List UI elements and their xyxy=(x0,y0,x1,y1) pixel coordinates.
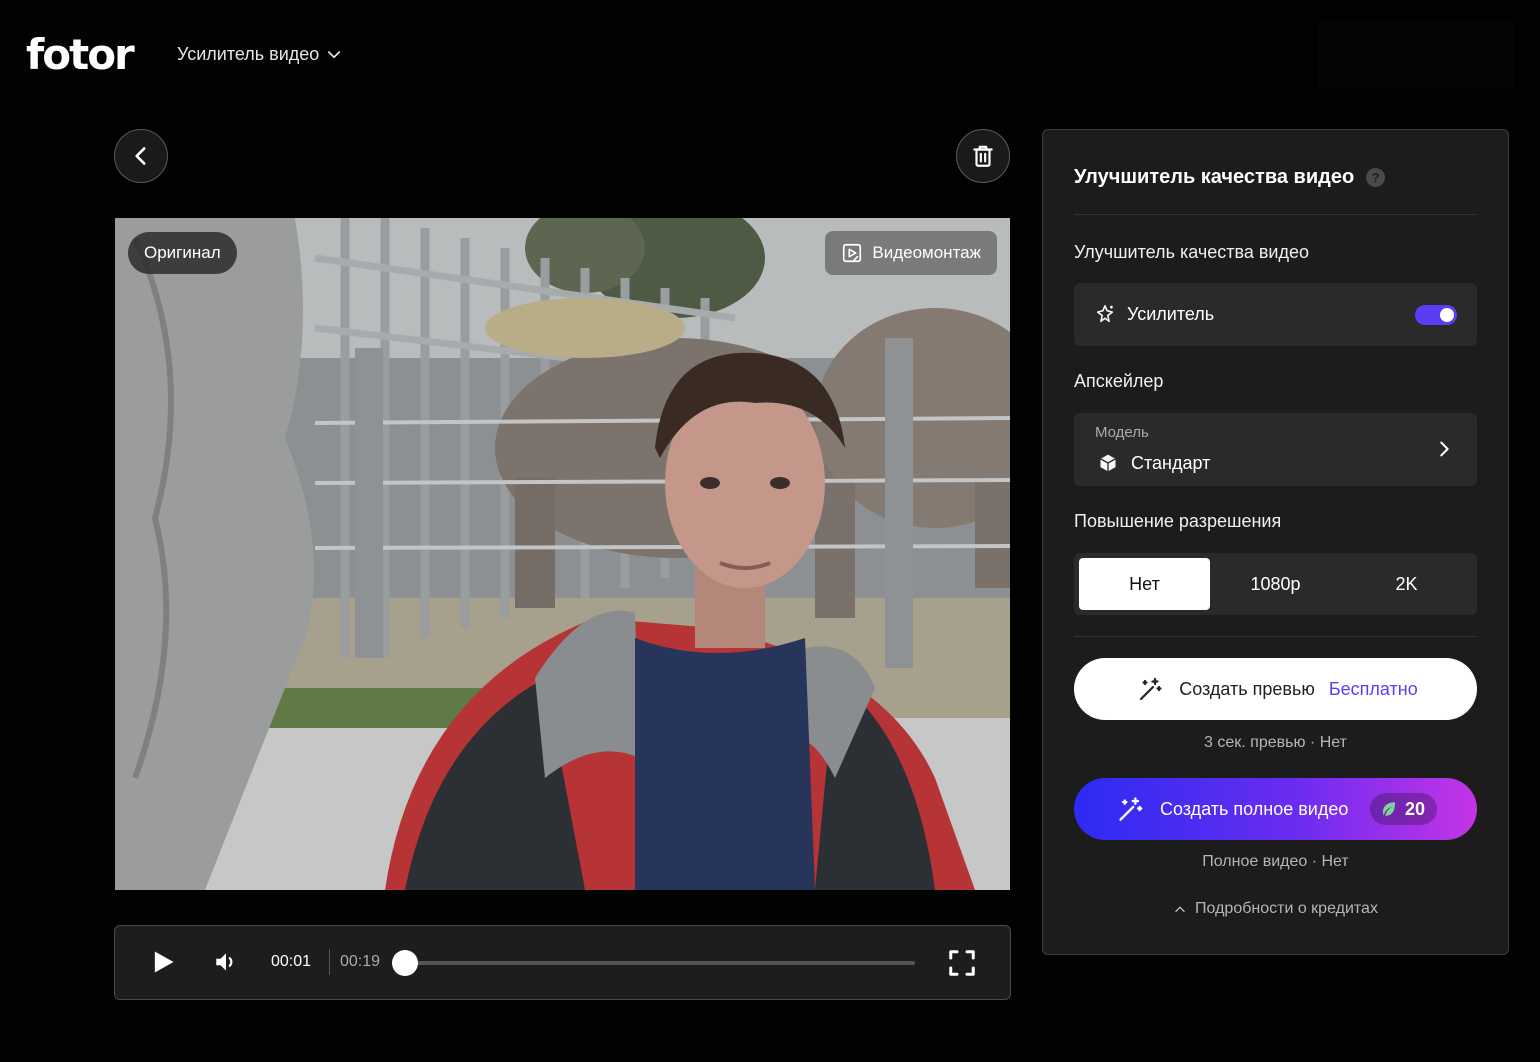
full-video-note: Полное видео · Нет xyxy=(1202,853,1349,870)
enhancer-label: Усилитель xyxy=(1127,304,1215,324)
divider xyxy=(1074,214,1477,215)
create-preview-label: Создать превью xyxy=(1179,678,1315,699)
fullscreen-icon[interactable] xyxy=(947,948,977,978)
model-selector[interactable]: Модель Стандарт xyxy=(1074,413,1477,486)
delete-button[interactable] xyxy=(956,129,1010,183)
resolution-option-none[interactable]: Нет xyxy=(1079,558,1210,610)
resolution-option-1080p[interactable]: 1080p xyxy=(1210,558,1341,610)
credit-cost-badge: 20 xyxy=(1370,793,1438,825)
fotor-logo[interactable]: fotor xyxy=(26,30,135,79)
upscaler-section-label: Апскейлер xyxy=(1074,371,1164,391)
model-caption: Модель xyxy=(1095,424,1149,441)
chevron-down-icon xyxy=(328,50,341,58)
video-preview[interactable]: Оригинал Видеомонтаж xyxy=(115,218,1010,890)
help-icon[interactable]: ? xyxy=(1366,168,1386,187)
create-preview-button[interactable]: Создать превью Бесплатно xyxy=(1074,658,1477,720)
resolution-section-label: Повышение разрешения xyxy=(1074,511,1282,531)
header-right-area xyxy=(1318,22,1514,88)
video-montage-button[interactable]: Видеомонтаж xyxy=(825,231,997,275)
tool-menu-label: Усилитель видео xyxy=(177,44,320,64)
current-time: 00:01 xyxy=(271,953,312,970)
trash-icon xyxy=(973,145,993,167)
panel-title-text: Улучшитель качества видео xyxy=(1074,166,1355,188)
divider xyxy=(1074,636,1477,637)
chevron-right-icon xyxy=(1440,441,1449,457)
credits-details-link[interactable]: Подробности о кредитах xyxy=(1074,900,1477,918)
enhancer-section-label: Улучшитель качества видео xyxy=(1074,242,1309,262)
video-player-controls: 00:01 00:19 xyxy=(114,925,1011,1000)
enhancer-toggle[interactable] xyxy=(1415,305,1457,325)
chevron-up-icon xyxy=(1175,906,1185,913)
credit-cost-value: 20 xyxy=(1405,798,1426,819)
create-full-video-label: Создать полное видео xyxy=(1160,799,1349,819)
video-montage-label: Видеомонтаж xyxy=(872,243,981,262)
resolution-selector: Нет 1080p 2K xyxy=(1074,553,1477,615)
page: fotor Усилитель видео Оригинал Видеомонт… xyxy=(0,0,1540,1062)
leaf-credit-icon xyxy=(1383,802,1395,816)
play-icon[interactable] xyxy=(149,948,177,976)
cube-icon xyxy=(1100,454,1116,472)
preview-note: 3 сек. превью · Нет xyxy=(1204,734,1347,751)
create-full-video-button[interactable]: Создать полное видео 20 xyxy=(1074,778,1477,840)
magic-wand-icon xyxy=(1140,677,1162,701)
progress-track[interactable] xyxy=(392,950,915,976)
video-frame xyxy=(115,218,1010,890)
enhancer-toggle-row[interactable]: Усилитель xyxy=(1074,283,1477,346)
video-edit-icon xyxy=(843,243,862,263)
enhancer-panel: Улучшитель качества видео ? Улучшитель к… xyxy=(1042,129,1509,955)
total-time: 00:19 xyxy=(340,953,381,970)
back-button[interactable] xyxy=(114,129,168,183)
resolution-option-2k[interactable]: 2K xyxy=(1341,558,1472,610)
free-label: Бесплатно xyxy=(1328,678,1418,699)
progress-knob[interactable] xyxy=(392,950,418,976)
volume-icon[interactable] xyxy=(213,949,239,975)
original-badge: Оригинал xyxy=(128,232,237,274)
sparkle-enhance-icon xyxy=(1096,304,1114,323)
credits-details-label: Подробности о кредитах xyxy=(1195,900,1378,917)
model-value: Стандарт xyxy=(1131,453,1211,473)
tool-menu-dropdown[interactable]: Усилитель видео xyxy=(177,44,343,65)
magic-wand-icon xyxy=(1119,797,1143,821)
chevron-left-icon xyxy=(135,147,146,165)
time-separator xyxy=(329,949,330,975)
panel-title: Улучшитель качества видео ? xyxy=(1074,166,1386,189)
